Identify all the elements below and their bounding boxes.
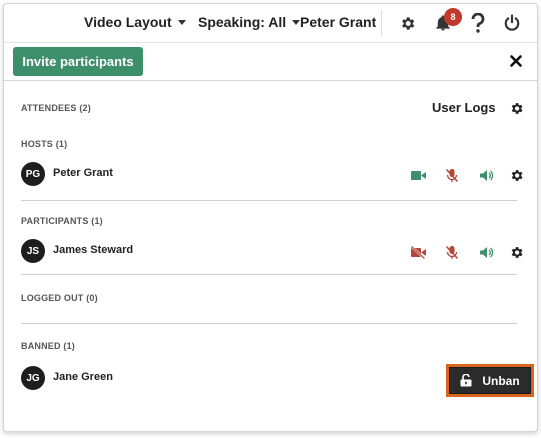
speaker-icon[interactable] [477,243,495,261]
video-layout-dropdown[interactable]: Video Layout [84,14,186,30]
speaking-filter-label: Speaking: All [198,14,287,30]
participants-heading: PARTICIPANTS (1) [21,216,103,226]
help-icon[interactable] [467,12,489,34]
invite-participants-button[interactable]: Invite participants [13,47,143,76]
video-camera-icon[interactable] [409,166,427,184]
divider [21,323,517,324]
gear-icon[interactable] [507,166,525,184]
unban-label: Unban [482,373,520,388]
current-user-label: Peter Grant [300,14,377,30]
chevron-down-icon [292,19,301,25]
notification-count-badge: 8 [444,8,462,26]
divider [4,42,537,43]
unban-button-highlight: Unban [446,364,534,397]
gear-icon[interactable] [396,12,418,34]
chevron-down-icon [177,19,186,25]
top-bar: Video Layout Speaking: All Peter Grant 8 [4,4,537,42]
attendees-panel: Video Layout Speaking: All Peter Grant 8… [3,3,538,432]
avatar: PG [21,162,45,186]
divider [21,200,517,201]
gear-icon[interactable] [507,243,525,261]
unban-button[interactable]: Unban [449,367,531,394]
logged-out-heading: LOGGED OUT (0) [21,293,98,303]
gear-icon[interactable] [507,99,525,117]
attendee-name: James Steward [53,244,134,256]
list-item: JS James Steward [21,239,522,265]
hosts-heading: HOSTS (1) [21,139,68,149]
user-logs-link[interactable]: User Logs [432,100,496,115]
attendee-name: Peter Grant [53,167,113,179]
avatar: JS [21,239,45,263]
attendees-heading: ATTENDEES (2) [21,103,91,113]
divider [4,80,537,81]
avatar: JG [21,366,45,390]
video-layout-label: Video Layout [84,14,172,30]
video-camera-off-icon[interactable] [409,243,427,261]
microphone-muted-icon[interactable] [443,243,461,261]
power-icon[interactable] [501,12,523,34]
unlock-icon [460,374,472,387]
attendee-name: Jane Green [53,371,113,383]
microphone-muted-icon[interactable] [443,166,461,184]
speaking-filter-dropdown[interactable]: Speaking: All [198,14,301,30]
close-icon[interactable] [507,52,525,70]
divider [21,274,517,275]
list-item: PG Peter Grant [21,162,522,188]
banned-heading: BANNED (1) [21,341,76,351]
divider [381,10,382,36]
current-user-name[interactable]: Peter Grant [300,14,376,30]
speaker-icon[interactable] [477,166,495,184]
